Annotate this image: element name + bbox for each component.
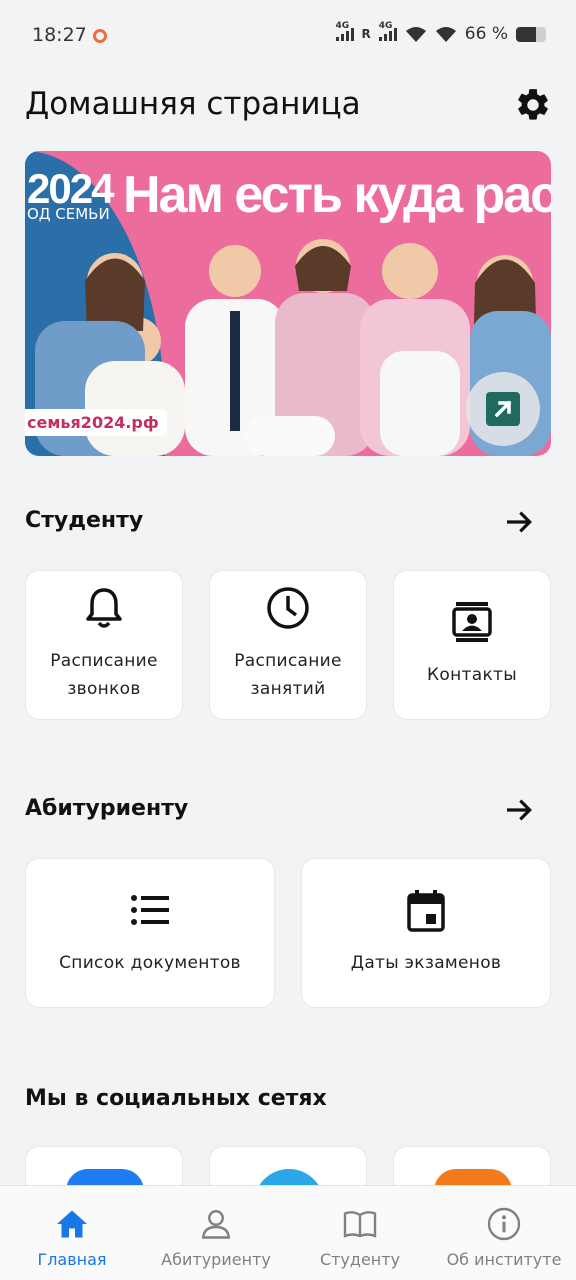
- status-time: 18:27: [32, 24, 87, 46]
- card-contacts[interactable]: Контакты: [393, 570, 551, 720]
- wifi-icon: [435, 27, 456, 42]
- open-external-icon: [486, 392, 520, 426]
- bell-icon: [86, 588, 122, 628]
- nav-label: Студенту: [319, 1250, 401, 1269]
- open-link-button[interactable]: [466, 372, 540, 446]
- clock-icon: [267, 587, 309, 629]
- calendar-icon: [407, 890, 445, 932]
- page-title: Домашняя страница: [25, 86, 361, 122]
- roaming-indicator: R: [361, 27, 371, 41]
- card-label: Контакты: [427, 665, 517, 685]
- nav-label: Абитуриенту: [161, 1250, 271, 1269]
- person-icon: [201, 1210, 231, 1239]
- card-label: Даты экзаменов: [350, 953, 502, 973]
- card-bell-schedule[interactable]: Расписание звонков: [25, 570, 183, 720]
- cell-signal-2-icon: 4G: [378, 21, 397, 41]
- bottom-navigation: Главная Абитуриенту Студенту Об институт…: [0, 1185, 576, 1280]
- battery-percent: 66 %: [464, 24, 508, 44]
- applicant-more-arrow-icon[interactable]: [503, 794, 535, 826]
- card-document-list[interactable]: Список документов: [25, 858, 275, 1008]
- applicant-section-title: Абитуриенту: [25, 796, 189, 821]
- banner-headline: Нам есть куда расти: [123, 166, 551, 224]
- card-exam-dates[interactable]: Даты экзаменов: [301, 858, 551, 1008]
- status-icons: 4G R 4G 66 %: [335, 21, 546, 44]
- list-icon: [131, 895, 169, 925]
- contacts-icon: [452, 602, 492, 642]
- nav-student[interactable]: Студенту: [288, 1186, 432, 1280]
- social-section-title: Мы в социальных сетях: [25, 1086, 327, 1111]
- student-section-title: Студенту: [25, 508, 144, 533]
- info-icon: [487, 1207, 521, 1241]
- nav-applicant[interactable]: Абитуриенту: [144, 1186, 288, 1280]
- home-icon: [57, 1210, 87, 1238]
- gear-icon[interactable]: [514, 86, 552, 124]
- card-class-schedule[interactable]: Расписание занятий: [209, 570, 367, 720]
- student-more-arrow-icon[interactable]: [503, 506, 535, 538]
- banner-site: семья2024.рф: [25, 409, 167, 436]
- card-label-line2: занятий: [250, 679, 326, 699]
- promo-banner[interactable]: 2024 ОД СЕМЬИ Нам есть куда расти семья2…: [25, 151, 551, 456]
- nav-label: Об институте: [446, 1250, 562, 1269]
- wifi-calling-icon: [405, 27, 426, 42]
- book-icon: [343, 1211, 377, 1238]
- cell-signal-icon: 4G: [335, 21, 354, 41]
- nav-home[interactable]: Главная: [0, 1186, 144, 1280]
- banner-year-caption: ОД СЕМЬИ: [27, 205, 110, 223]
- nav-label: Главная: [37, 1250, 107, 1269]
- battery-icon: [516, 26, 546, 42]
- recording-indicator-icon: [93, 29, 107, 43]
- card-label-line2: звонков: [67, 679, 141, 699]
- nav-about[interactable]: Об институте: [432, 1186, 576, 1280]
- status-bar: 18:27 4G R 4G 66 %: [0, 0, 576, 72]
- card-label: Список документов: [59, 953, 241, 973]
